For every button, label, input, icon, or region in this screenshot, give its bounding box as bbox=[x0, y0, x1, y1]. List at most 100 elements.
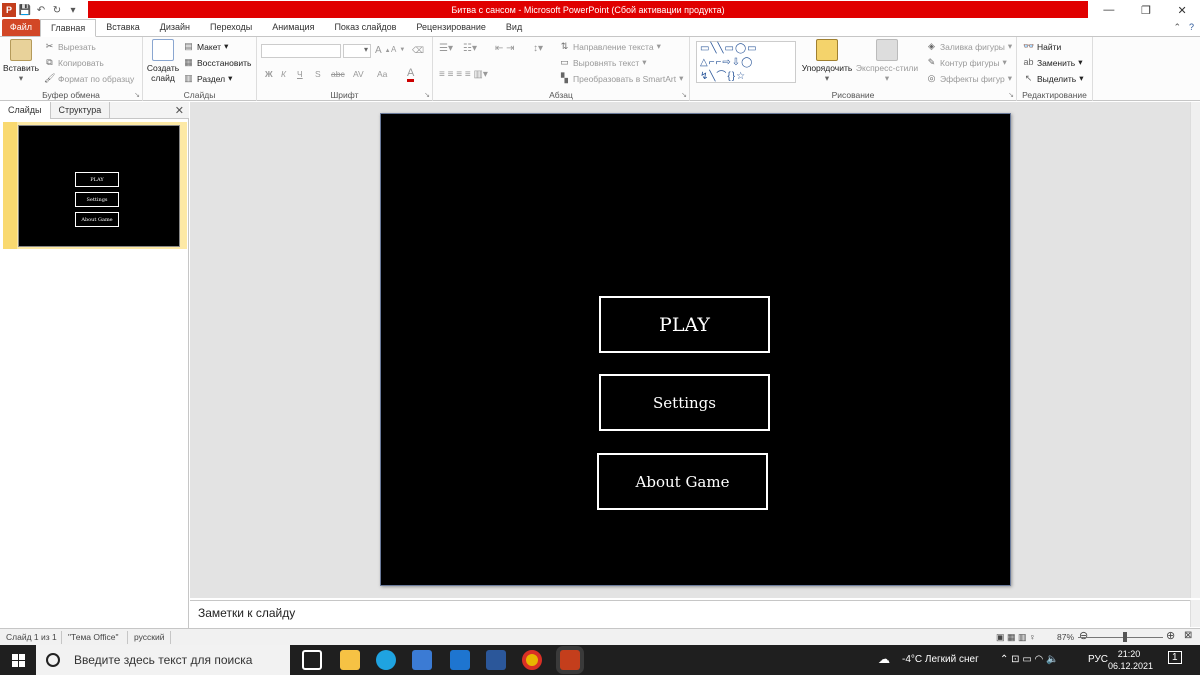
align-text-button[interactable]: ▭ Выровнять текст ▾ bbox=[559, 57, 646, 68]
shape-effects-button[interactable]: ◎ Эффекты фигур ▾ bbox=[926, 73, 1012, 84]
tab-insert[interactable]: Вставка bbox=[96, 19, 149, 36]
numbering-button[interactable]: ☷▾ bbox=[463, 43, 477, 54]
restore-button[interactable]: ❐ bbox=[1141, 4, 1151, 17]
taskbar-search[interactable]: Введите здесь текст для поиска bbox=[36, 645, 290, 675]
tab-transitions[interactable]: Переходы bbox=[200, 19, 262, 36]
zoom-out-icon[interactable]: ⊖ bbox=[1079, 629, 1088, 642]
theme-name[interactable]: "Тема Office" bbox=[68, 632, 118, 642]
file-explorer-icon[interactable] bbox=[340, 650, 360, 670]
language-indicator[interactable]: русский bbox=[134, 632, 165, 642]
about-game-button[interactable]: About Game bbox=[597, 453, 768, 510]
redo-icon[interactable]: ↻ bbox=[50, 3, 64, 17]
slide-thumbnail[interactable]: PLAY Settings About Game bbox=[18, 125, 180, 247]
word-icon[interactable] bbox=[486, 650, 506, 670]
font-size-combobox[interactable]: ▾ bbox=[343, 44, 371, 58]
strikethrough-button[interactable]: abc bbox=[331, 69, 345, 79]
zoom-level[interactable]: 87% bbox=[1057, 632, 1074, 642]
minimize-button[interactable]: — bbox=[1103, 4, 1114, 16]
tray-icons[interactable]: ⌃ ⊡ ▭ ◠ 🔈 bbox=[1000, 654, 1059, 665]
grow-font-button[interactable]: A ▲ bbox=[375, 45, 391, 56]
edge-icon[interactable] bbox=[376, 650, 396, 670]
section-button[interactable]: ▥ Раздел ▾ bbox=[183, 73, 232, 84]
find-button[interactable]: 👓 Найти bbox=[1023, 41, 1061, 52]
qat-customize-icon[interactable]: ▾ bbox=[66, 3, 80, 17]
text-direction-icon: ⇅ bbox=[560, 41, 569, 51]
task-view-icon[interactable] bbox=[302, 650, 322, 670]
clear-format-icon[interactable]: ⌫ bbox=[412, 45, 424, 56]
tab-outline[interactable]: Структура bbox=[51, 102, 111, 119]
input-language[interactable]: РУС bbox=[1088, 654, 1108, 665]
arrange-button[interactable]: Упорядочить ▾ bbox=[800, 39, 854, 83]
mail-icon[interactable] bbox=[450, 650, 470, 670]
ribbon-minimize-icon[interactable]: ⌃ bbox=[1173, 22, 1181, 33]
undo-icon[interactable]: ↶ bbox=[34, 3, 48, 17]
close-button[interactable]: ✕ bbox=[1177, 4, 1186, 17]
notifications-icon[interactable]: 1 bbox=[1168, 651, 1182, 664]
font-name-combobox[interactable] bbox=[261, 44, 341, 58]
powerpoint-taskbar-icon[interactable] bbox=[560, 650, 580, 670]
tab-review[interactable]: Рецензирование bbox=[406, 19, 496, 36]
vertical-scrollbar[interactable] bbox=[1190, 102, 1200, 598]
tab-animations[interactable]: Анимация bbox=[262, 19, 324, 36]
weather-text[interactable]: -4°C Легкий снег bbox=[902, 654, 979, 665]
underline-button[interactable]: Ч bbox=[297, 69, 303, 79]
replace-button[interactable]: ab Заменить ▾ bbox=[1023, 57, 1082, 68]
cut-button[interactable]: ✂ Вырезать bbox=[44, 41, 96, 52]
zoom-in-icon[interactable]: ⊕ bbox=[1166, 629, 1175, 642]
tab-view[interactable]: Вид bbox=[496, 19, 532, 36]
indent-buttons[interactable]: ⇤ ⇥ bbox=[495, 43, 515, 54]
drawing-launcher-icon[interactable]: ↘ bbox=[1008, 91, 1014, 99]
select-button[interactable]: ↖ Выделить ▾ bbox=[1023, 73, 1084, 84]
format-painter-button[interactable]: 🖌 Формат по образцу bbox=[44, 73, 134, 84]
tab-slideshow[interactable]: Показ слайдов bbox=[324, 19, 406, 36]
bold-button[interactable]: Ж bbox=[265, 69, 273, 79]
help-icon[interactable]: ? bbox=[1189, 22, 1194, 33]
zoom-slider[interactable] bbox=[1078, 637, 1163, 638]
clipboard-launcher-icon[interactable]: ↘ bbox=[134, 91, 140, 99]
notes-pane[interactable]: Заметки к слайду bbox=[190, 600, 1190, 627]
play-button[interactable]: PLAY bbox=[599, 296, 770, 353]
start-button[interactable] bbox=[0, 645, 36, 675]
layout-button[interactable]: ▤ Макет ▾ bbox=[183, 41, 228, 52]
new-slide-button[interactable]: Создать слайд bbox=[145, 39, 181, 83]
tab-design[interactable]: Дизайн bbox=[150, 19, 200, 36]
window-title: Битва с сансом - Microsoft PowerPoint (С… bbox=[88, 1, 1088, 18]
reset-button[interactable]: ▦ Восстановить bbox=[183, 57, 251, 68]
chrome-icon[interactable] bbox=[522, 650, 542, 670]
shrink-font-button[interactable]: A ▼ bbox=[391, 45, 405, 54]
tab-file[interactable]: Файл bbox=[2, 19, 40, 36]
tab-home[interactable]: Главная bbox=[40, 19, 97, 37]
copy-button[interactable]: ⧉ Копировать bbox=[44, 57, 104, 68]
zoom-slider-thumb[interactable] bbox=[1123, 632, 1127, 642]
store-icon[interactable] bbox=[412, 650, 432, 670]
font-launcher-icon[interactable]: ↘ bbox=[424, 91, 430, 99]
weather-icon[interactable]: ☁ bbox=[878, 652, 890, 666]
shape-outline-button[interactable]: ✎ Контур фигуры ▾ bbox=[926, 57, 1007, 68]
italic-button[interactable]: К bbox=[281, 69, 286, 79]
paste-button[interactable]: Вставить ▾ bbox=[3, 39, 39, 83]
shadow-button[interactable]: S bbox=[315, 69, 321, 79]
text-direction-button[interactable]: ⇅ Направление текста ▾ bbox=[559, 41, 661, 52]
quick-styles-button[interactable]: Экспресс-стили ▾ bbox=[854, 39, 920, 83]
line-spacing-button[interactable]: ↕▾ bbox=[533, 43, 543, 54]
slide[interactable]: PLAY Settings About Game bbox=[380, 113, 1011, 586]
smartart-button[interactable]: ▚ Преобразовать в SmartArt ▾ bbox=[559, 73, 683, 84]
shape-fill-button[interactable]: ◈ Заливка фигуры ▾ bbox=[926, 41, 1012, 52]
notes-scrollbar[interactable] bbox=[1190, 600, 1200, 627]
view-buttons[interactable]: ▣ ▦ ▥ ♀ bbox=[996, 632, 1036, 643]
fit-to-window-icon[interactable]: ⊠ bbox=[1184, 630, 1192, 641]
save-icon[interactable]: 💾 bbox=[18, 3, 32, 17]
clock[interactable]: 21:20 06.12.2021 bbox=[1108, 648, 1153, 672]
change-case-button[interactable]: Aa bbox=[377, 69, 387, 79]
paragraph-launcher-icon[interactable]: ↘ bbox=[681, 91, 687, 99]
shapes-gallery[interactable]: ▭╲╲▭◯▭ △⌐⌐⇨⇩◯ ↯╲⌒{}☆ bbox=[696, 41, 796, 83]
font-color-button[interactable]: A bbox=[407, 67, 415, 82]
bullets-button[interactable]: ☰▾ bbox=[439, 43, 453, 54]
pane-close-icon[interactable]: ✕ bbox=[175, 104, 184, 117]
char-spacing-button[interactable]: AV bbox=[353, 69, 364, 79]
alignment-buttons[interactable]: ≡ ≡ ≡ ≡ ▥▾ bbox=[439, 69, 488, 80]
settings-button[interactable]: Settings bbox=[599, 374, 770, 431]
new-slide-label-2: слайд bbox=[151, 73, 175, 83]
powerpoint-app-icon[interactable]: P bbox=[2, 3, 16, 17]
tab-slides[interactable]: Слайды bbox=[0, 102, 51, 119]
